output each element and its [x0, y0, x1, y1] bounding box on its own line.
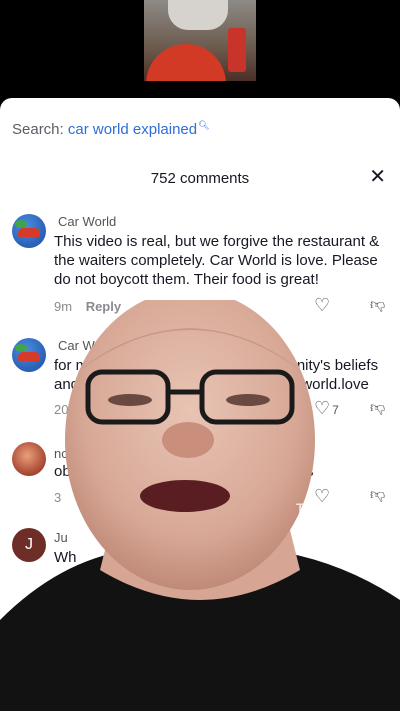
avatar[interactable]	[12, 442, 46, 476]
avatar[interactable]: J	[12, 528, 46, 562]
avatar[interactable]	[12, 338, 46, 372]
car-logo	[18, 352, 40, 361]
search-query[interactable]: car world explained	[68, 121, 197, 138]
comment-time: 3	[54, 490, 62, 505]
comment-meta: 9m Reply	[54, 299, 121, 314]
dislike-icon[interactable]: 👎︎	[370, 399, 385, 417]
heart-icon[interactable]: ♡ 7	[314, 398, 339, 419]
comment-author[interactable]: Ju	[54, 530, 68, 545]
comment-text-line: and	[54, 376, 80, 393]
comment-text-line: for mo	[54, 357, 97, 374]
search-suggestion[interactable]: Search: car world explained🔍︎	[12, 120, 210, 138]
comment-author[interactable]: Car Worl	[58, 338, 109, 353]
comment-author[interactable]: nc	[54, 446, 68, 461]
reply-button[interactable]: Reply	[86, 299, 121, 314]
comments-count: 752 comments	[150, 170, 250, 187]
heart-icon[interactable]: ♡	[314, 295, 330, 316]
tiktok-watermark: TikTok	[296, 500, 340, 516]
video-cup	[228, 28, 246, 72]
close-icon[interactable]: ✕	[369, 164, 386, 189]
comment-time: 20h	[54, 402, 76, 417]
avatar[interactable]	[12, 214, 46, 248]
globe-land	[15, 344, 27, 352]
comment-author[interactable]: Car World	[58, 214, 116, 229]
dislike-icon[interactable]: 👎︎	[370, 486, 385, 504]
comment-text-line: ob	[54, 463, 71, 480]
comment-text: This video is real, but we forgive the r…	[54, 233, 380, 288]
search-icon: 🔍︎	[198, 120, 210, 130]
comments-sheet: Search: car world explained🔍︎ 752 commen…	[0, 98, 400, 711]
comment-text-line: munity's beliefs	[276, 357, 379, 374]
dislike-icon[interactable]: 👎︎	[370, 296, 385, 314]
comment-text-line: s	[306, 463, 314, 480]
car-logo	[18, 228, 40, 237]
search-prefix: Search:	[12, 121, 64, 138]
video-preview[interactable]	[144, 0, 256, 81]
comment-time: 9m	[54, 299, 73, 314]
like-count: 7	[332, 403, 339, 417]
comment-text-line: Wh	[54, 549, 77, 566]
comment-text-line: arworld.love	[288, 376, 369, 393]
video-shirt	[168, 0, 228, 30]
globe-land	[15, 220, 27, 228]
